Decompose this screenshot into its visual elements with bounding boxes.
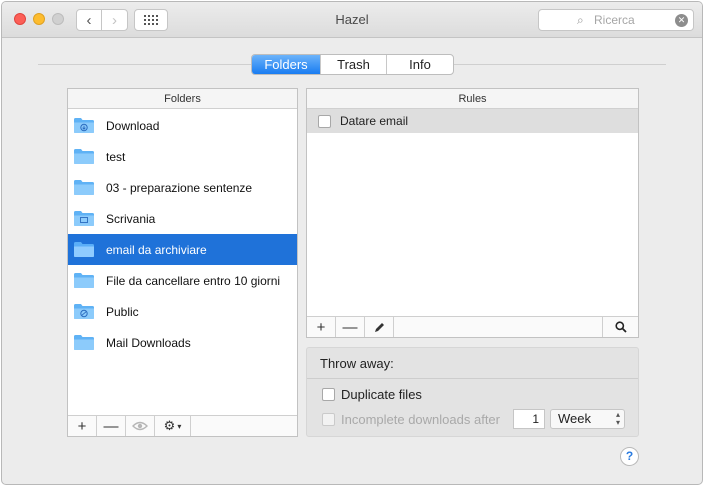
incomplete-downloads-unit-select[interactable]: Week ▴ ▾ bbox=[550, 409, 625, 429]
folders-toolbar: + — ⚙ ▾ bbox=[68, 415, 297, 436]
add-rule-button[interactable]: + bbox=[307, 317, 336, 337]
rule-enabled-checkbox[interactable] bbox=[318, 114, 331, 128]
pencil-icon bbox=[374, 322, 384, 332]
gear-menu-button[interactable]: ⚙ ▾ bbox=[155, 416, 191, 436]
throw-away-title: Throw away: bbox=[320, 356, 394, 371]
desktop-folder-icon bbox=[73, 210, 95, 227]
folder-label: Scrivania bbox=[106, 211, 156, 226]
rule-row[interactable]: Datare email bbox=[307, 109, 638, 133]
folder-label: email da archiviare bbox=[106, 242, 207, 257]
folder-row[interactable]: Mail Downloads bbox=[68, 327, 297, 358]
clear-search-icon[interactable]: ✕ bbox=[675, 14, 688, 27]
rules-toolbar: + — bbox=[307, 316, 638, 337]
throw-away-box: Throw away: Duplicate files Incomplete d… bbox=[306, 347, 639, 437]
folder-row[interactable]: Public bbox=[68, 296, 297, 327]
incomplete-downloads-count-field[interactable]: 1 bbox=[513, 409, 545, 429]
tab-folders[interactable]: Folders bbox=[252, 55, 320, 74]
search-icon: ⌕ bbox=[577, 13, 584, 27]
help-button[interactable]: ? bbox=[620, 447, 639, 466]
folder-list: Download test 03 - preparazione sentenze Sc… bbox=[68, 110, 297, 358]
duplicate-files-option[interactable]: Duplicate files bbox=[322, 387, 422, 402]
folder-label: Download bbox=[106, 118, 160, 133]
folder-row[interactable]: Scrivania bbox=[68, 203, 297, 234]
folder-label: test bbox=[106, 149, 126, 164]
folder-row[interactable]: Download bbox=[68, 110, 297, 141]
folder-icon bbox=[73, 334, 95, 351]
rules-header: Rules bbox=[307, 89, 638, 109]
unit-select-value: Week bbox=[558, 411, 591, 426]
folder-icon bbox=[73, 241, 95, 258]
hazel-window: ‹ › Hazel ⌕ Ricerca ✕ Folders Trash Info bbox=[1, 1, 703, 485]
folder-label: Public bbox=[106, 304, 139, 319]
folder-row[interactable]: File da cancellare entro 10 giorni bbox=[68, 265, 297, 296]
tab-trash[interactable]: Trash bbox=[320, 55, 386, 74]
folder-icon bbox=[73, 179, 95, 196]
incomplete-downloads-checkbox[interactable] bbox=[322, 413, 335, 426]
segmented-tabs: Folders Trash Info bbox=[251, 54, 454, 75]
select-arrows-icon: ▴ ▾ bbox=[615, 410, 620, 427]
folders-panel: Folders Download test 03 - preparazione se… bbox=[67, 88, 298, 437]
folders-header: Folders bbox=[68, 89, 297, 109]
rule-label: Datare email bbox=[340, 114, 409, 128]
incomplete-downloads-option[interactable]: Incomplete downloads after bbox=[322, 412, 500, 427]
gear-icon: ⚙ bbox=[163, 418, 176, 433]
folder-label: Mail Downloads bbox=[106, 335, 191, 350]
duplicate-files-label: Duplicate files bbox=[341, 387, 422, 402]
folder-label: 03 - preparazione sentenze bbox=[106, 180, 253, 195]
incomplete-downloads-label: Incomplete downloads after bbox=[341, 412, 500, 427]
preview-rule-button[interactable] bbox=[602, 317, 638, 337]
eye-icon bbox=[132, 421, 148, 431]
folder-label: File da cancellare entro 10 giorni bbox=[106, 273, 281, 288]
duplicate-files-checkbox[interactable] bbox=[322, 388, 335, 401]
public-folder-icon bbox=[73, 303, 95, 320]
folder-row[interactable]: 03 - preparazione sentenze bbox=[68, 172, 297, 203]
search-field[interactable]: ⌕ Ricerca ✕ bbox=[538, 9, 694, 31]
add-folder-button[interactable]: + bbox=[68, 416, 97, 436]
rules-panel: Rules Datare email + — bbox=[306, 88, 639, 338]
remove-rule-button[interactable]: — bbox=[336, 317, 365, 337]
chevron-down-icon: ▾ bbox=[177, 421, 182, 431]
remove-folder-button[interactable]: — bbox=[97, 416, 126, 436]
tab-info[interactable]: Info bbox=[386, 55, 453, 74]
magnifier-icon bbox=[614, 321, 627, 333]
download-folder-icon bbox=[73, 117, 95, 134]
edit-rule-button[interactable] bbox=[365, 317, 394, 337]
folder-row[interactable]: email da archiviare bbox=[68, 234, 297, 265]
folder-row[interactable]: test bbox=[68, 141, 297, 172]
folder-icon bbox=[73, 148, 95, 165]
search-placeholder: Ricerca bbox=[594, 13, 635, 27]
folder-icon bbox=[73, 272, 95, 289]
eye-button[interactable] bbox=[126, 416, 155, 436]
title-bar: ‹ › Hazel ⌕ Ricerca ✕ bbox=[2, 2, 702, 38]
